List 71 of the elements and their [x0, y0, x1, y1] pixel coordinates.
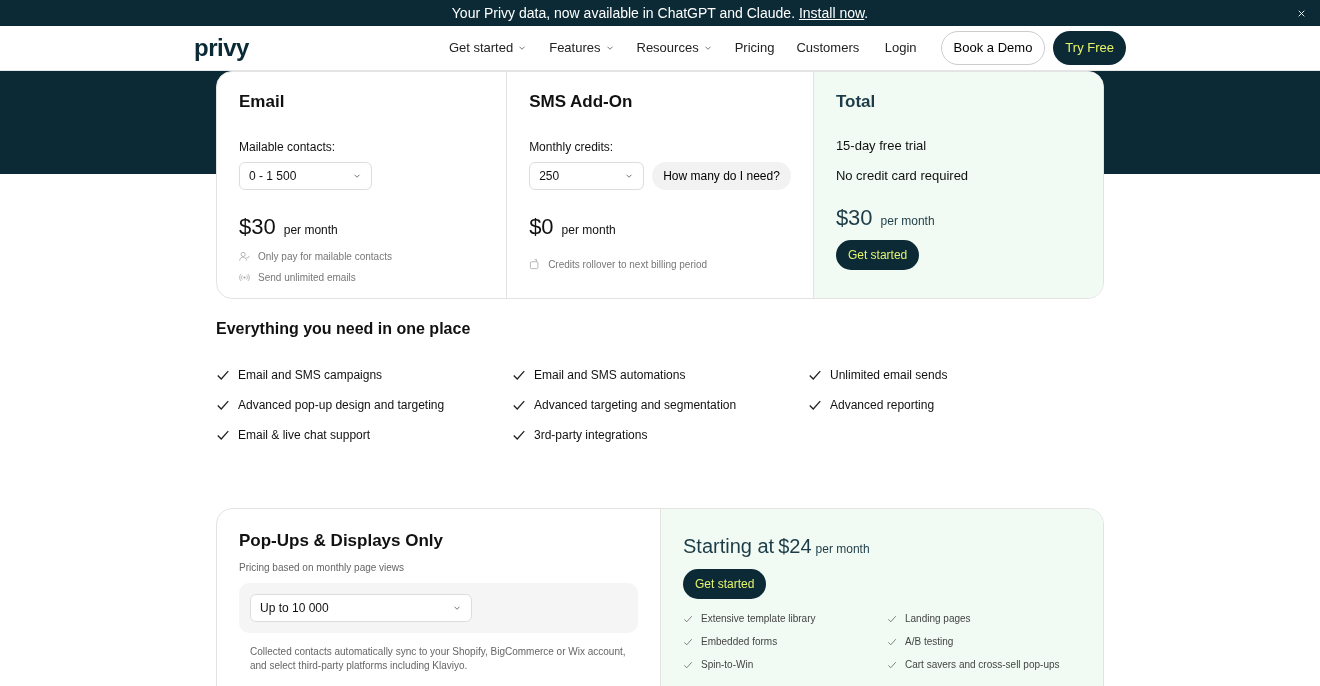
feature-text: Spin-to-Win — [701, 658, 754, 673]
nav-link[interactable]: Pricing — [734, 38, 775, 58]
section-title: Everything you need in one place — [216, 319, 472, 339]
banner-text: Your Privy data, now available in ChatGPT and Claude. Install now. — [451, 3, 869, 23]
price: $0 — [529, 213, 554, 242]
feature-text: Advanced pop-up design and targeting — [238, 397, 445, 415]
feature-text: Landing pages — [905, 612, 971, 627]
field-label: Mailable contacts: — [239, 139, 337, 157]
check-icon — [512, 398, 526, 413]
feature-text: Advanced targeting and segmentation — [534, 397, 737, 415]
sync-note: Collected contacts automatically sync to your Shopify, BigCommerce or Wix account, and select third-party platforms including Klaviyo. — [249, 644, 627, 673]
nav-link[interactable]: Customers — [796, 38, 860, 58]
plan-title: Pop-Ups & Displays Only — [239, 531, 445, 552]
login-link[interactable]: Login — [884, 38, 917, 58]
check-icon — [683, 613, 693, 624]
feature-text: Advanced reporting — [830, 397, 935, 415]
logo[interactable]: privy — [194, 30, 249, 66]
field-label: Monthly credits: — [529, 139, 615, 157]
feature-text: Cart savers and cross-sell pop-ups — [905, 658, 1060, 673]
select-field[interactable]: Up to 10 000 — [250, 593, 472, 622]
check-icon — [887, 659, 897, 670]
check-icon — [887, 613, 897, 624]
check-icon — [216, 368, 230, 383]
plan-note: Only pay for mailable contacts — [258, 250, 392, 265]
price-period: per month — [815, 541, 870, 559]
plan-subtitle: Pricing based on monthly page views — [239, 560, 406, 575]
check-icon — [512, 428, 526, 443]
check-icon — [512, 368, 526, 383]
total-line: 15-day free trial — [835, 137, 928, 156]
plan-note: Credits rollover to next billing period — [548, 258, 708, 273]
price-period: per month — [561, 222, 616, 240]
price: $30 — [835, 204, 873, 233]
select-field[interactable]: 250 — [529, 162, 645, 191]
check-icon — [887, 636, 897, 647]
plan-title: Total — [835, 92, 877, 113]
price: $30 — [239, 213, 276, 242]
nav-link[interactable]: Get started — [448, 38, 528, 58]
try-free-button[interactable]: Try Free — [1053, 31, 1126, 65]
price-period: per month — [880, 213, 935, 231]
price-prefix: Starting at — [683, 534, 775, 560]
feature-text: Unlimited email sends — [830, 367, 948, 385]
select-field[interactable]: 0 - 1 500 — [239, 162, 372, 191]
close-icon — [1297, 8, 1306, 18]
check-icon — [808, 398, 822, 413]
check-icon — [683, 636, 693, 647]
total-line: No credit card required — [835, 166, 970, 185]
plan-note: Send unlimited emails — [258, 271, 356, 286]
feature-text: A/B testing — [905, 635, 954, 650]
feature-text: 3rd-party integrations — [534, 427, 648, 445]
price-period: per month — [283, 222, 338, 240]
check-icon — [808, 368, 822, 383]
get-started-button[interactable]: Get started — [835, 240, 920, 271]
user-icon — [239, 251, 250, 263]
broadcast-icon — [239, 272, 250, 284]
check-icon — [683, 659, 693, 670]
help-button[interactable]: How many do I need? — [652, 162, 791, 191]
plan-title: Email — [239, 92, 286, 113]
nav-link[interactable]: Resources — [636, 38, 713, 58]
get-started-button[interactable]: Get started — [683, 569, 767, 600]
feature-text: Extensive template library — [701, 612, 816, 627]
book-demo-button[interactable]: Book a Demo — [940, 31, 1046, 65]
nav-link[interactable]: Features — [549, 38, 615, 58]
feature-text: Email & live chat support — [238, 427, 371, 445]
check-icon — [216, 428, 230, 443]
price: $24 — [778, 534, 812, 560]
check-icon — [216, 398, 230, 413]
feature-text: Embedded forms — [701, 635, 778, 650]
plan-title: SMS Add-On — [529, 92, 634, 113]
feature-text: Email and SMS automations — [534, 367, 686, 385]
calendar-icon — [529, 259, 541, 271]
feature-text: Email and SMS campaigns — [238, 367, 383, 385]
